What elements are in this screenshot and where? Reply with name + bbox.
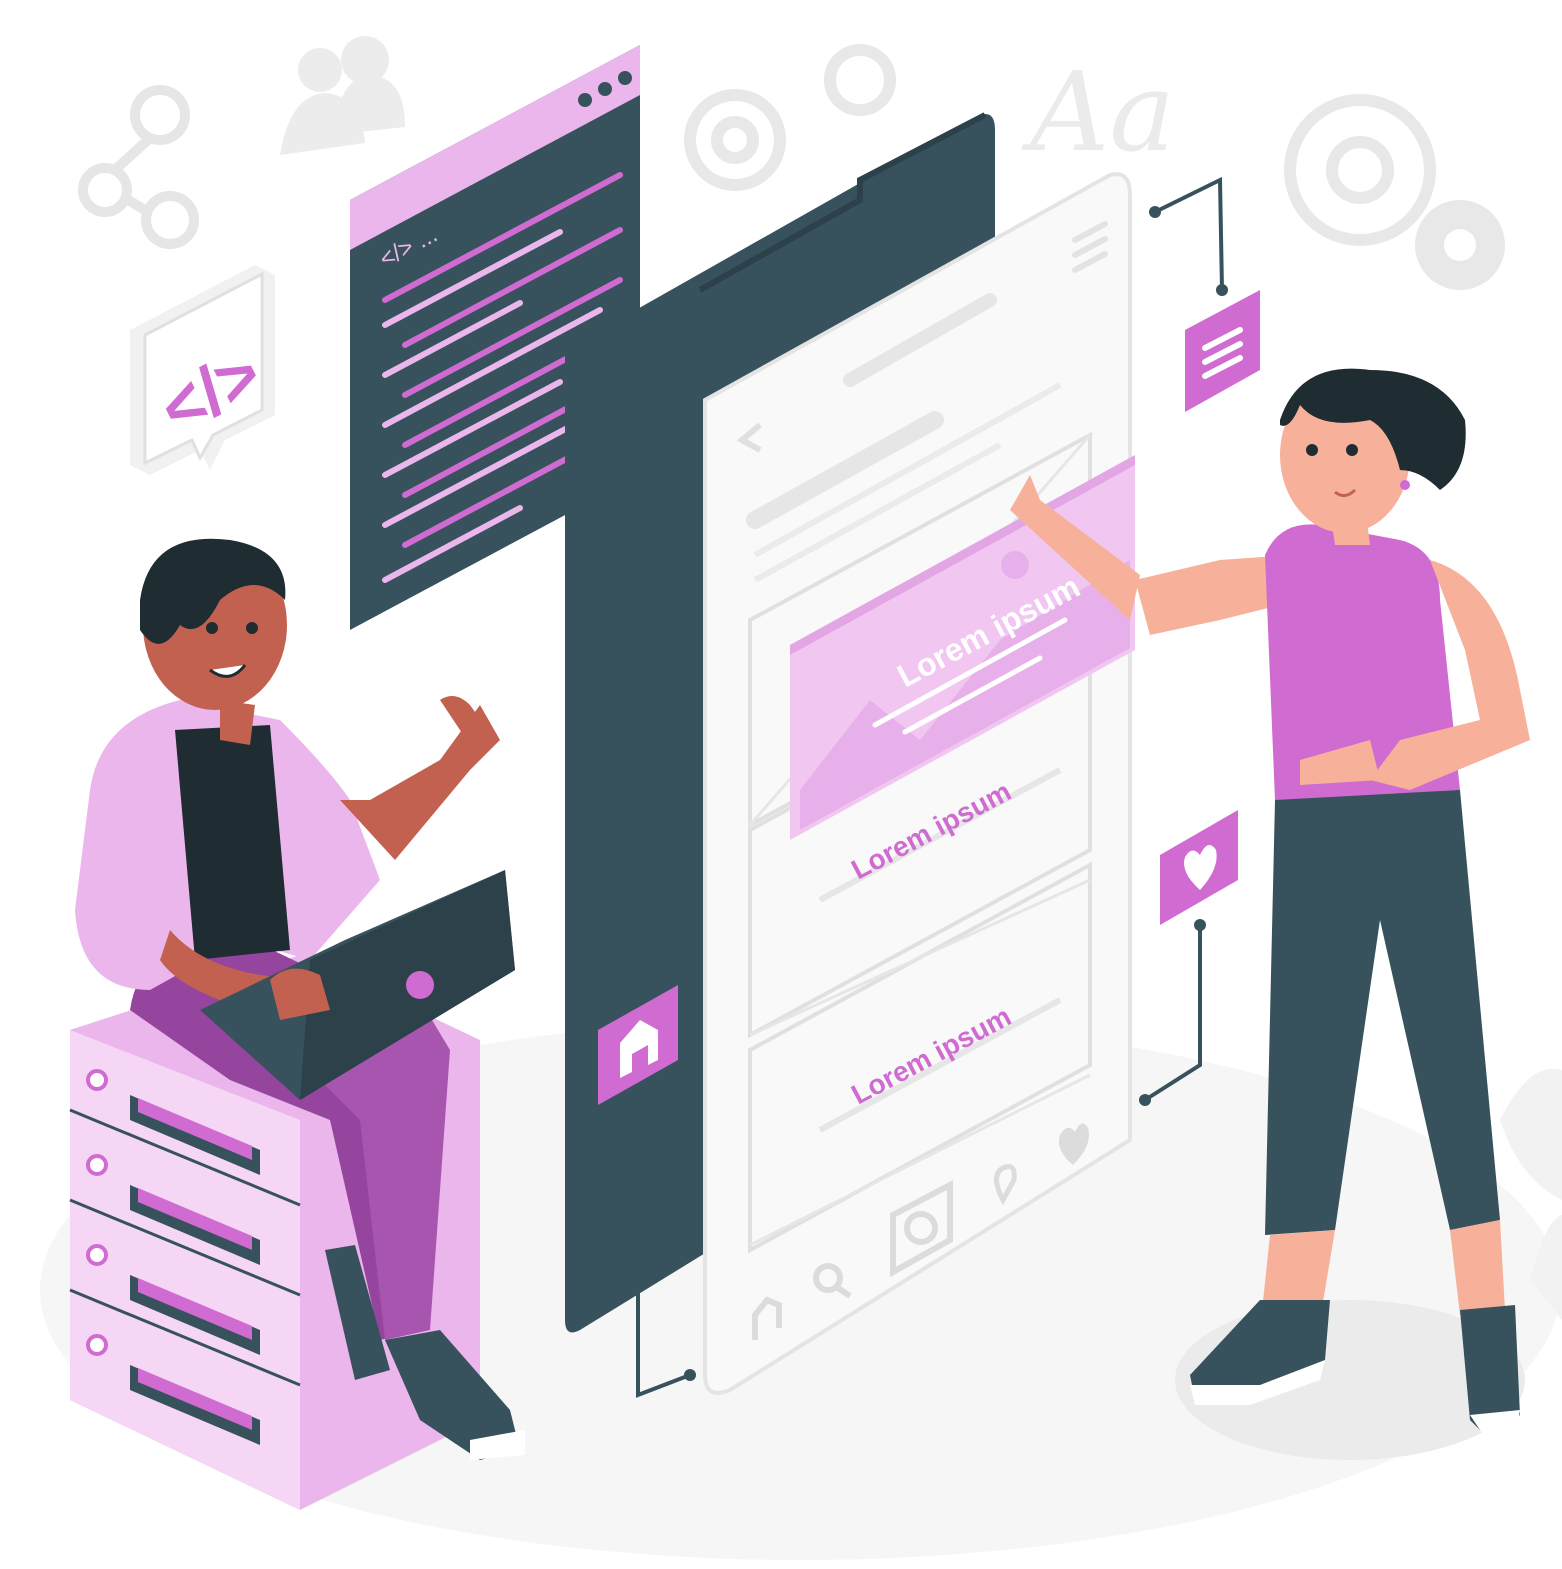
share-icon (78, 85, 199, 249)
menu-badge (1185, 290, 1260, 412)
heart-badge (1160, 810, 1238, 925)
code-bubble: </> (130, 265, 275, 475)
users-icon (280, 36, 405, 155)
illustration-canvas: Aa </> </> ... Lorem ipsum Lorem ipsum L… (40, 36, 1562, 1560)
gear-icon-filled (1415, 200, 1505, 290)
font-icon: Aa (1021, 48, 1175, 176)
